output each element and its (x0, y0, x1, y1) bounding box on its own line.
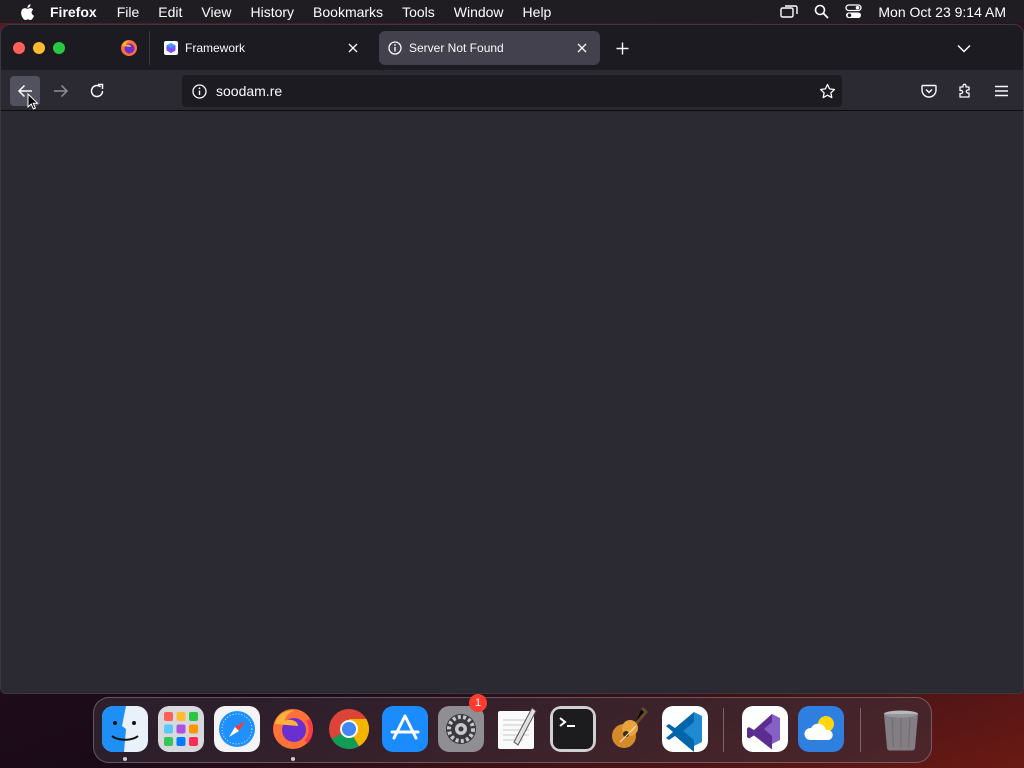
tab-bar: Framework Server Not Found (1, 25, 1023, 70)
site-info-icon[interactable] (190, 82, 208, 100)
list-all-tabs-button[interactable] (953, 37, 975, 59)
close-tab-button[interactable] (345, 40, 361, 56)
dock-app-weather[interactable] (798, 706, 844, 752)
close-tab-button[interactable] (574, 40, 590, 56)
pinned-tab-firefox[interactable] (111, 33, 147, 63)
terminal-icon (550, 706, 596, 752)
firefox-window: Framework Server Not Found soodam.re (0, 24, 1024, 694)
menu-bookmarks[interactable]: Bookmarks (313, 4, 383, 20)
reload-icon (90, 83, 104, 98)
app-store-icon (382, 706, 428, 752)
dock-app-visual-studio[interactable] (742, 706, 788, 752)
extensions-button[interactable] (953, 79, 977, 103)
new-tab-button[interactable] (611, 37, 633, 59)
firefox-icon (121, 40, 137, 56)
launchpad-icon (158, 706, 204, 752)
textedit-icon (498, 707, 537, 749)
garageband-icon (612, 706, 649, 748)
dock-app-terminal[interactable] (550, 706, 596, 752)
screen-mirroring-icon[interactable] (780, 4, 799, 19)
dock-app-safari[interactable] (214, 706, 260, 752)
dock-app-garageband[interactable] (606, 706, 652, 752)
dock-app-launchpad[interactable] (158, 706, 204, 752)
application-menu-button[interactable] (989, 79, 1013, 103)
tab-framework[interactable]: Framework (155, 31, 371, 65)
menu-edit[interactable]: Edit (158, 4, 182, 20)
dock-app-system-settings[interactable] (438, 706, 484, 752)
notification-badge: 1 (469, 694, 487, 712)
visual-studio-icon (742, 706, 788, 752)
finder-icon (102, 706, 148, 752)
menu-bar-clock[interactable]: Mon Oct 23 9:14 AM (878, 4, 1006, 20)
safari-icon (214, 706, 260, 752)
tab-separator (149, 31, 150, 65)
trash-icon (884, 710, 918, 751)
dock-app-app-store[interactable] (382, 706, 428, 752)
zoom-window-button[interactable] (53, 42, 65, 54)
menu-view[interactable]: View (201, 4, 231, 20)
minimize-window-button[interactable] (33, 42, 45, 54)
chevron-down-icon (957, 44, 971, 53)
menu-history[interactable]: History (250, 4, 294, 20)
dock-app-textedit[interactable] (494, 706, 540, 752)
menu-bar: Firefox File Edit View History Bookmarks… (0, 0, 1024, 23)
menu-firefox[interactable]: Firefox (50, 4, 97, 20)
dock-app-finder[interactable] (102, 706, 148, 752)
firefox-icon (273, 709, 313, 749)
close-icon (348, 43, 358, 53)
info-icon (387, 40, 403, 56)
spotlight-search-icon[interactable] (814, 4, 829, 19)
menu-tools[interactable]: Tools (402, 4, 435, 20)
pocket-button[interactable] (917, 79, 941, 103)
hamburger-menu-icon (994, 85, 1008, 97)
url-text[interactable]: soodam.re (216, 83, 282, 99)
menu-window[interactable]: Window (454, 4, 504, 20)
navigation-toolbar: soodam.re (1, 70, 1023, 111)
control-center-icon[interactable] (845, 4, 863, 19)
tab-title: Server Not Found (409, 41, 504, 55)
bookmark-star-icon[interactable] (816, 80, 838, 102)
pocket-icon (921, 84, 937, 98)
tab-server-not-found[interactable]: Server Not Found (379, 31, 600, 65)
running-indicator (123, 757, 127, 761)
chrome-icon (329, 709, 369, 749)
menu-file[interactable]: File (117, 4, 140, 20)
reload-button[interactable] (82, 76, 112, 106)
tab-title: Framework (185, 41, 246, 55)
window-controls (13, 42, 73, 54)
vscode-icon (662, 706, 708, 752)
close-window-button[interactable] (13, 42, 25, 54)
arrow-right-icon (54, 84, 69, 98)
url-bar[interactable]: soodam.re (182, 75, 842, 107)
menu-help[interactable]: Help (523, 4, 552, 20)
plus-icon (616, 42, 628, 54)
close-icon (577, 43, 587, 53)
dock-app-trash[interactable] (878, 706, 924, 752)
dock-separator (723, 708, 724, 752)
dock-separator (860, 708, 861, 752)
framework-favicon (163, 40, 179, 56)
dock-app-firefox[interactable] (270, 706, 316, 752)
dock: 1 (93, 694, 932, 763)
forward-button[interactable] (46, 76, 76, 106)
dock-app-vscode[interactable] (662, 706, 708, 752)
mouse-cursor-icon (27, 93, 39, 110)
system-settings-icon (438, 706, 484, 752)
apple-menu-icon[interactable] (16, 3, 38, 20)
page-content (1, 111, 1023, 693)
dock-app-chrome[interactable] (326, 706, 372, 752)
puzzle-piece-icon (959, 83, 970, 98)
running-indicator (291, 757, 295, 761)
weather-icon (798, 706, 844, 752)
